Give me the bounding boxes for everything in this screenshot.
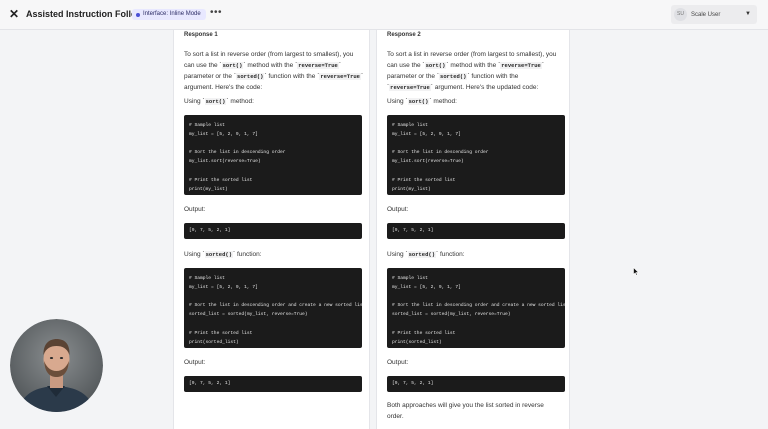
backtick: ` (446, 62, 449, 69)
backtick: ` (541, 62, 545, 69)
code-line: print(sorted_list) (189, 339, 239, 345)
using-sort-text: Using `sort()` method: (387, 98, 457, 105)
inline-code: sort() (221, 62, 244, 69)
using-sort-text: Using `sort()` method: (184, 98, 254, 105)
code-line: # Sort the list in descending order and … (392, 303, 565, 309)
mouse-cursor-icon (633, 267, 639, 276)
code-line: # Print the sorted list (392, 330, 456, 336)
code-line: sorted_list = sorted(my_list, reverse=Tr… (189, 312, 308, 318)
code-line: my_list = [5, 2, 9, 1, 7] (392, 285, 461, 291)
code-line: my_list = [5, 2, 9, 1, 7] (189, 285, 258, 291)
interface-mode-badge: Interface: Inline Mode (132, 9, 206, 20)
code-line: # Sample list (189, 123, 225, 128)
code-line: my_list = [5, 2, 9, 1, 7] (392, 132, 461, 138)
backtick: ` (436, 251, 439, 258)
code-line: # Sample list (392, 276, 428, 281)
code-line: # Sample list (392, 123, 428, 128)
response-label: Response 1 (184, 32, 218, 38)
response-label: Response 2 (387, 32, 421, 38)
inline-code: reverse=True (319, 73, 361, 80)
backtick: ` (338, 62, 342, 69)
response-intro: To sort a list in reverse order (from la… (387, 51, 557, 91)
code-line: my_list = [5, 2, 9, 1, 7] (189, 132, 258, 138)
output-label: Output: (184, 359, 206, 366)
chevron-down-icon: ▼ (745, 11, 751, 17)
mode-dot-icon (136, 12, 140, 17)
code-line: print(my_list) (392, 186, 431, 192)
inline-code: sorted() (439, 73, 468, 80)
backtick: ` (429, 98, 432, 105)
code-block-sort: # Sample list my_list = [5, 2, 9, 1, 7] # … (184, 115, 362, 195)
code-block-sorted: # Sample list my_list = [5, 2, 9, 1, 7] # … (387, 268, 565, 348)
code-line: # Sort the list in descending order and … (189, 303, 362, 309)
inline-code: sorted() (204, 251, 234, 258)
code-block-sorted: # Sample list my_list = [5, 2, 9, 1, 7] # … (184, 268, 362, 348)
output-block: [9, 7, 5, 2, 1] (184, 376, 362, 392)
backtick: ` (243, 62, 246, 69)
code-line: # Sample list (189, 276, 225, 281)
inline-code: reverse=True (389, 84, 431, 91)
backtick: ` (467, 73, 470, 80)
output-label: Output: (184, 206, 206, 213)
backtick: ` (430, 84, 433, 91)
output-block: [9, 7, 5, 2, 1] (184, 223, 362, 239)
closing-text: Both approaches will give you the list s… (387, 402, 544, 420)
inline-code: sorted() (407, 251, 437, 258)
output-text: [9, 7, 5, 2, 1] (189, 228, 231, 233)
output-label: Output: (387, 206, 409, 213)
backtick: ` (360, 73, 364, 80)
output-block: [9, 7, 5, 2, 1] (387, 223, 565, 239)
inline-code: sort() (407, 98, 430, 105)
inline-code: reverse=True (297, 62, 339, 69)
code-line: # Sort the list in descending order (189, 150, 286, 156)
code-line: # Print the sorted list (189, 177, 253, 183)
inline-code: sort() (204, 98, 227, 105)
response-1-panel: Response 1 To sort a list in reverse ord… (173, 30, 370, 429)
response-2-panel: Response 2 To sort a list in reverse ord… (376, 30, 570, 429)
top-bar: ✕ Assisted Instruction Following Interfa… (0, 0, 768, 30)
code-line: my_list.sort(reverse=True) (392, 159, 464, 165)
code-line: print(my_list) (189, 186, 228, 192)
backtick: ` (233, 251, 236, 258)
code-line: print(sorted_list) (392, 339, 442, 345)
output-label: Output: (387, 359, 409, 366)
code-line: # Print the sorted list (189, 330, 253, 336)
user-name: Scale User (691, 11, 721, 18)
inline-code: reverse=True (500, 62, 542, 69)
user-menu[interactable]: SU Scale User ▼ (671, 5, 757, 24)
code-line: # Sort the list in descending order (392, 150, 489, 156)
code-line: sorted_list = sorted(my_list, reverse=Tr… (392, 312, 511, 318)
using-sorted-text: Using `sorted()` function: (184, 251, 262, 258)
ellipsis-icon[interactable]: ••• (210, 8, 222, 18)
output-text: [9, 7, 5, 2, 1] (392, 228, 434, 233)
output-block: [9, 7, 5, 2, 1] (387, 376, 565, 392)
avatar: SU (674, 8, 687, 21)
code-line: my_list.sort(reverse=True) (189, 159, 261, 165)
using-sorted-text: Using `sorted()` function: (387, 251, 465, 258)
mode-badge-label: Interface: Inline Mode (143, 11, 201, 17)
response-intro: To sort a list in reverse order (from la… (184, 51, 364, 91)
code-line: # Print the sorted list (392, 177, 456, 183)
output-text: [9, 7, 5, 2, 1] (189, 381, 231, 386)
backtick: ` (264, 73, 267, 80)
code-block-sort: # Sample list my_list = [5, 2, 9, 1, 7] # … (387, 115, 565, 195)
backtick: ` (226, 98, 229, 105)
inline-code: sort() (424, 62, 447, 69)
webcam-presenter-overlay (10, 319, 103, 412)
close-icon[interactable]: ✕ (9, 7, 19, 21)
output-text: [9, 7, 5, 2, 1] (392, 381, 434, 386)
inline-code: sorted() (236, 73, 265, 80)
